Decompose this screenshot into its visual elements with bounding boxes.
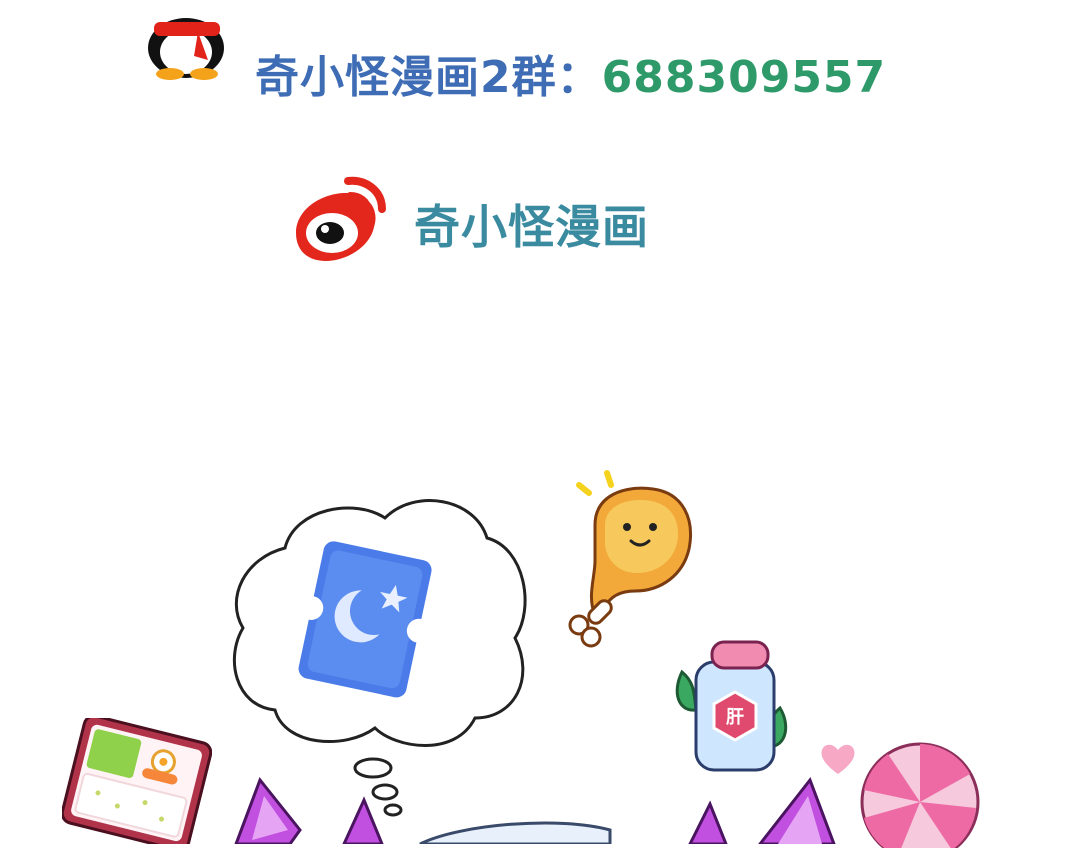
qq-penguin-icon — [138, 0, 238, 80]
qq-group-number: 688309557 — [601, 52, 887, 103]
qq-group-label: 奇小怪漫画2群： — [255, 52, 602, 103]
potion-bottle-icon: 肝 — [668, 632, 798, 782]
bento-box-icon — [62, 718, 212, 844]
weibo-name: 奇小怪漫画 — [414, 200, 649, 254]
weibo-icon — [288, 175, 388, 265]
bottle-label: 肝 — [726, 707, 744, 728]
candy-icon — [858, 738, 988, 848]
character-ears — [230, 770, 850, 844]
qq-group-line: 奇小怪漫画2群：688309557 — [255, 56, 886, 100]
chicken-drumstick-icon — [565, 465, 715, 655]
moon-ticket-icon — [288, 540, 448, 700]
